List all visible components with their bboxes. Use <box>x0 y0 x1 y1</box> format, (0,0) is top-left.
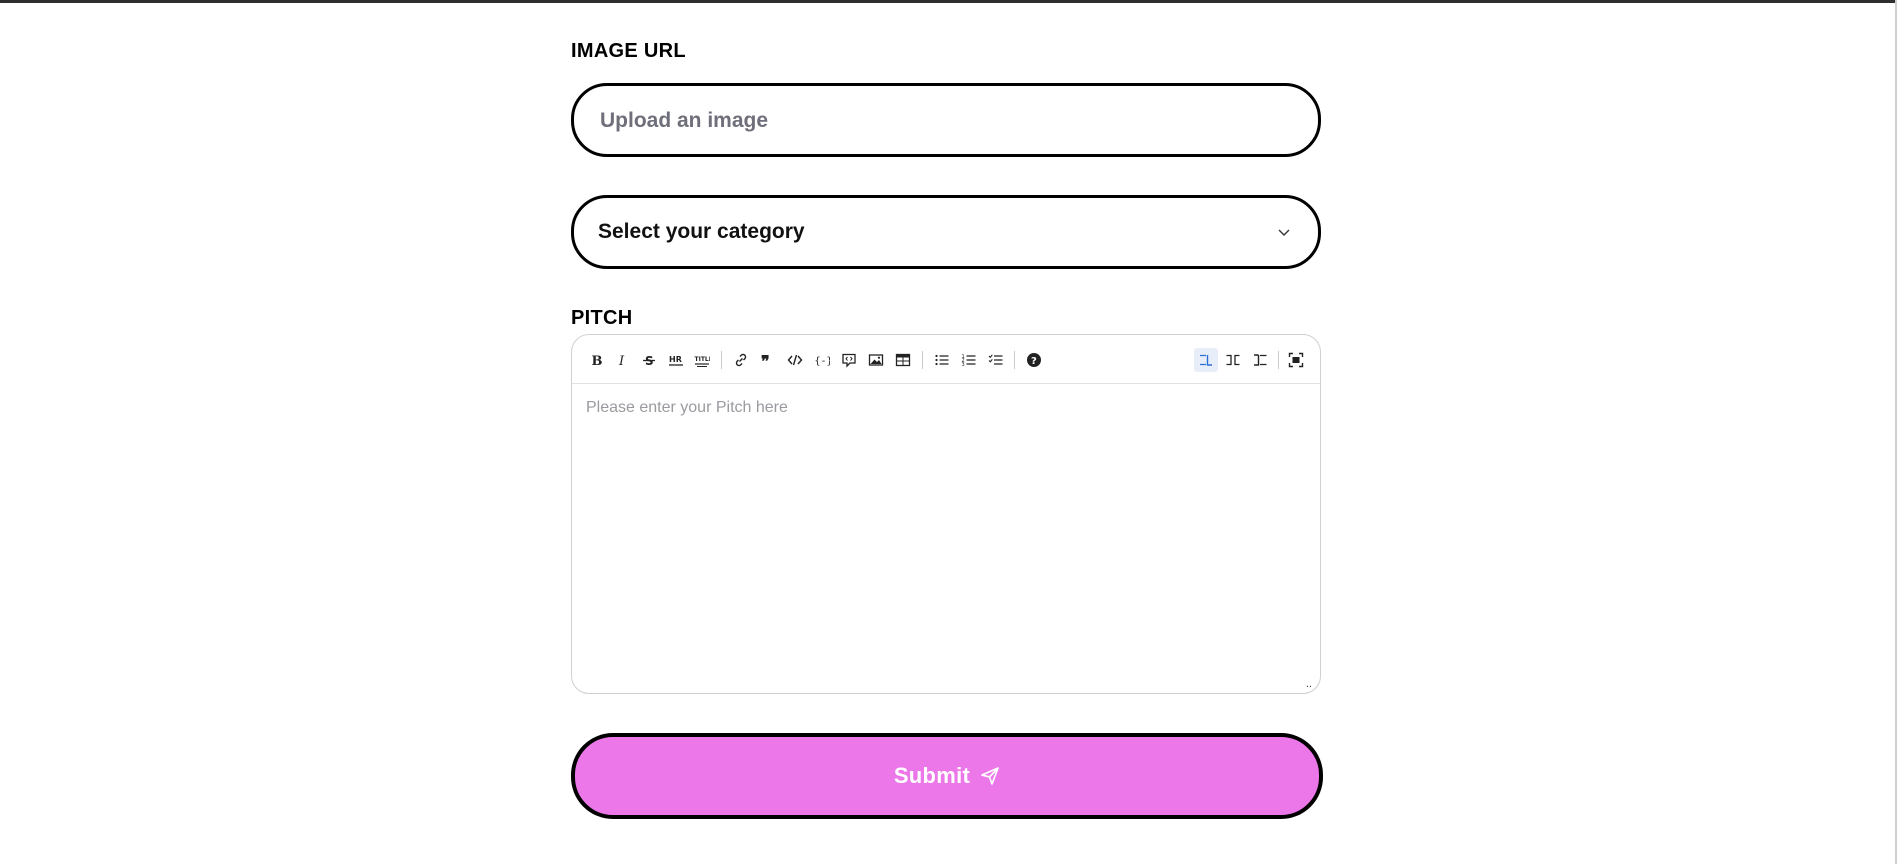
svg-text:{-}: {-} <box>815 356 831 367</box>
strikethrough-icon[interactable]: S <box>637 348 661 372</box>
svg-text:3: 3 <box>962 362 965 368</box>
chevron-down-icon <box>1278 229 1290 236</box>
image-url-label: IMAGE URL <box>571 40 686 62</box>
resize-handle[interactable]: .. <box>1306 679 1312 690</box>
code-icon[interactable] <box>783 348 807 372</box>
markdown-editor: B I S HR TITLE ❞ <box>571 334 1321 694</box>
svg-text:TITLE: TITLE <box>695 356 711 363</box>
send-icon <box>981 767 1000 785</box>
toolbar-separator <box>721 351 722 369</box>
toolbar-separator <box>1278 351 1279 369</box>
pitch-label: PITCH <box>571 307 633 329</box>
ordered-list-icon[interactable]: 123 <box>957 348 981 372</box>
submit-button[interactable]: Submit <box>571 733 1323 819</box>
toolbar-separator <box>922 351 923 369</box>
checked-list-icon[interactable] <box>984 348 1008 372</box>
category-selected-value: Select your category <box>598 220 805 243</box>
svg-text:❞: ❞ <box>761 352 770 368</box>
image-url-field[interactable] <box>571 83 1321 157</box>
comment-icon[interactable] <box>837 348 861 372</box>
submit-label: Submit <box>893 763 971 788</box>
svg-text:?: ? <box>1031 356 1037 367</box>
unordered-list-icon[interactable] <box>930 348 954 372</box>
italic-icon[interactable]: I <box>610 348 634 372</box>
category-select[interactable]: Select your category <box>571 195 1321 269</box>
window-top-border <box>0 0 1897 3</box>
help-icon[interactable]: ? <box>1022 348 1046 372</box>
svg-text:B: B <box>592 354 603 368</box>
link-icon[interactable] <box>729 348 753 372</box>
pitch-textarea[interactable] <box>584 397 1308 681</box>
live-mode-icon[interactable] <box>1221 348 1245 372</box>
title-icon[interactable]: TITLE <box>690 348 714 372</box>
svg-text:HR: HR <box>669 355 682 364</box>
image-icon[interactable] <box>864 348 888 372</box>
fullscreen-icon[interactable] <box>1284 348 1308 372</box>
preview-mode-icon[interactable] <box>1248 348 1272 372</box>
svg-text:I: I <box>618 354 625 368</box>
code-block-icon[interactable]: {-} <box>810 348 834 372</box>
edit-mode-icon[interactable] <box>1194 348 1218 372</box>
quote-icon[interactable]: ❞ <box>756 348 780 372</box>
toolbar-separator <box>1014 351 1015 369</box>
bold-icon[interactable]: B <box>584 348 608 372</box>
editor-toolbar: B I S HR TITLE ❞ <box>572 335 1320 384</box>
image-url-input[interactable] <box>598 86 1292 156</box>
table-icon[interactable] <box>891 348 915 372</box>
horizontal-rule-icon[interactable]: HR <box>664 348 688 372</box>
